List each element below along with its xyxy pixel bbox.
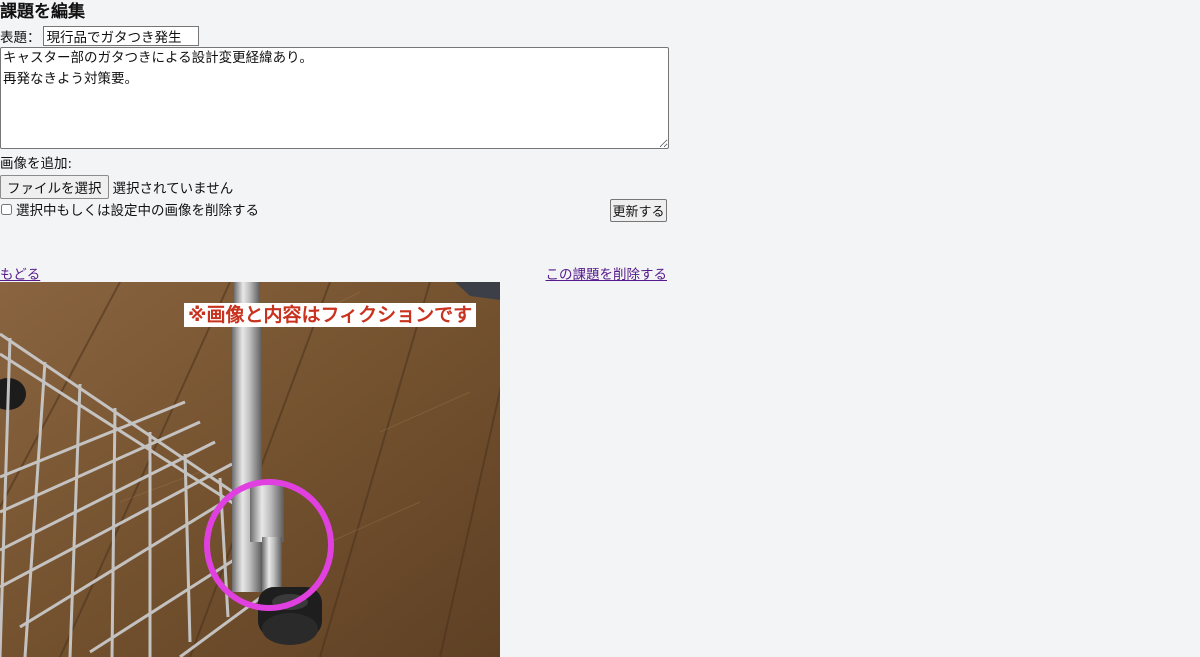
page: 課題を編集 表題： キャスター部のガタつきによる設計変更経緯あり。 再発なきよう… [0, 0, 1200, 657]
back-link[interactable]: もどる [0, 263, 40, 283]
file-status: 選択されていません [112, 181, 234, 197]
issue-photo: ※画像と内容はフィクションです [0, 282, 500, 657]
file-picker: ファイルを選択 選択されていません [0, 175, 233, 199]
delete-images-row: 選択中もしくは設定中の画像を削除する [0, 200, 259, 219]
update-button[interactable]: 更新する [610, 199, 667, 222]
subject-label: 表題： [0, 30, 41, 46]
body-textarea[interactable]: キャスター部のガタつきによる設計変更経緯あり。 再発なきよう対策要。 [0, 47, 669, 149]
caster-photo-illustration [0, 282, 500, 657]
delete-images-checkbox[interactable] [1, 203, 12, 215]
subject-row: 表題： [0, 25, 199, 47]
page-title: 課題を編集 [0, 2, 85, 22]
delete-issue-link[interactable]: この課題を削除する [546, 263, 668, 283]
delete-images-label: 選択中もしくは設定中の画像を削除する [16, 203, 259, 219]
choose-file-button[interactable]: ファイルを選択 [0, 175, 109, 199]
add-image-label: 画像を追加: [0, 156, 73, 172]
image-caption: ※画像と内容はフィクションです [184, 303, 477, 327]
subject-input[interactable] [42, 26, 199, 46]
